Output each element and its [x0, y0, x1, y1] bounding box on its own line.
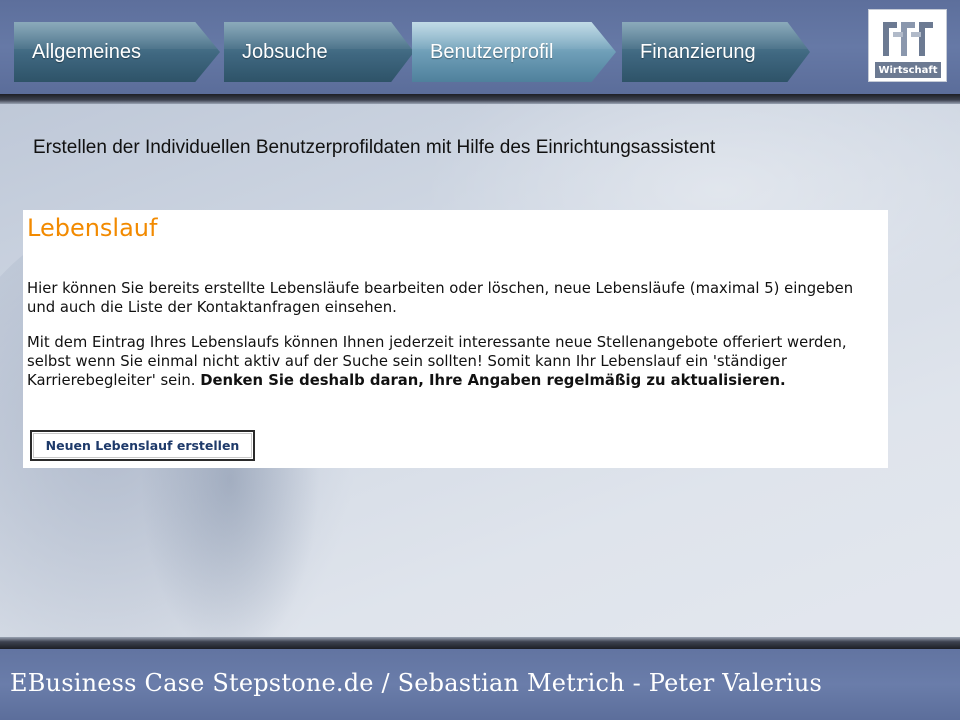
university-logo: Wirtschaft: [868, 9, 947, 82]
footer-text: EBusiness Case Stepstone.de / Sebastian …: [10, 669, 823, 697]
panel-paragraph-1: Hier können Sie bereits erstellte Lebens…: [27, 280, 854, 316]
tab-jobsuche[interactable]: Jobsuche: [224, 22, 414, 82]
panel-paragraph-2-bold: Denken Sie deshalb daran, Ihre Angaben r…: [200, 372, 786, 389]
header-divider: [0, 94, 960, 104]
footer-bar: EBusiness Case Stepstone.de / Sebastian …: [0, 649, 960, 720]
tab-label: Finanzierung: [640, 40, 756, 63]
logo-text: Wirtschaft: [875, 62, 941, 78]
page-heading: Erstellen der Individuellen Benutzerprof…: [33, 137, 716, 158]
tab-label: Benutzerprofil: [430, 40, 554, 63]
tab-label: Allgemeines: [32, 40, 141, 63]
panel-paragraph-2: Mit dem Eintrag Ihres Lebenslaufs können…: [27, 333, 885, 390]
header-bar: Allgemeines Jobsuche Benutzerprofil Fina…: [0, 0, 960, 94]
tab-benutzerprofil[interactable]: Benutzerprofil: [412, 22, 616, 82]
footer-divider: [0, 637, 960, 649]
panel-title: Lebenslauf: [27, 214, 158, 242]
logo-mark-icon: [883, 22, 933, 56]
tab-finanzierung[interactable]: Finanzierung: [622, 22, 810, 82]
tab-label: Jobsuche: [242, 40, 328, 63]
lebenslauf-panel: Lebenslauf Hier können Sie bereits erste…: [23, 210, 888, 468]
new-cv-button[interactable]: Neuen Lebenslauf erstellen: [30, 430, 255, 461]
tab-allgemeines[interactable]: Allgemeines: [14, 22, 220, 82]
